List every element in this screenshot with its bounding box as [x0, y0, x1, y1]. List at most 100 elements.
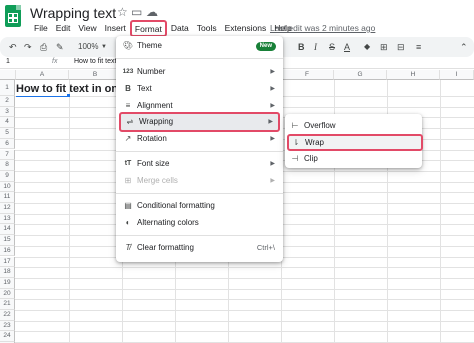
- divider: [116, 193, 283, 194]
- name-box[interactable]: 1: [6, 58, 10, 65]
- grid-line: [15, 310, 474, 311]
- row-header-1[interactable]: 1: [0, 80, 15, 96]
- text-color-button[interactable]: A: [344, 41, 350, 53]
- menu-item-font-size[interactable]: tT Font size ▶: [116, 156, 283, 172]
- menu-item-rotation[interactable]: ↗ Rotation ▶: [116, 131, 283, 147]
- menu-tools[interactable]: Tools: [193, 23, 221, 37]
- row-header-15[interactable]: 15: [0, 235, 15, 246]
- row-header-11[interactable]: 11: [0, 192, 15, 203]
- number-format-icon: 123: [122, 68, 134, 75]
- menu-item-text[interactable]: B Text ▶: [116, 81, 283, 97]
- bold-button[interactable]: B: [298, 41, 305, 53]
- column-header-h[interactable]: H: [387, 70, 440, 80]
- grid-line: [15, 288, 474, 290]
- row-header-12[interactable]: 12: [0, 203, 15, 214]
- menu-item-clear-formatting[interactable]: T̸ Clear formatting Ctrl+\: [116, 240, 283, 256]
- column-header-i[interactable]: I: [440, 70, 474, 80]
- menu-item-label: Wrapping: [139, 117, 174, 126]
- document-title[interactable]: Wrapping text: [30, 5, 116, 21]
- menu-item-label: Alternating colors: [137, 218, 199, 227]
- select-all-corner[interactable]: [0, 70, 16, 80]
- menu-data[interactable]: Data: [167, 23, 193, 37]
- menu-item-conditional-formatting[interactable]: ▤ Conditional formatting: [116, 198, 283, 214]
- format-menu: 🎨︎ Theme New 123 Number ▶ B Text ▶ ≡ Ali…: [116, 36, 283, 262]
- row-header-20[interactable]: 20: [0, 288, 15, 300]
- cell-a1[interactable]: How to fit text in one: [16, 81, 124, 97]
- grid-line: [69, 80, 70, 343]
- grid-line: [15, 299, 474, 301]
- column-header-b[interactable]: B: [69, 70, 122, 80]
- fx-icon: fx: [52, 58, 58, 65]
- fill-color-icon[interactable]: ◆: [364, 41, 370, 53]
- submenu-item-clip[interactable]: ⊣ Clip: [285, 151, 422, 167]
- column-header-a[interactable]: A: [16, 70, 69, 80]
- row-header-18[interactable]: 18: [0, 267, 15, 278]
- grid-line: [15, 331, 474, 333]
- row-header-21[interactable]: 21: [0, 299, 15, 310]
- column-header-f[interactable]: F: [281, 70, 334, 80]
- row-header-7[interactable]: 7: [0, 149, 15, 161]
- row-header-8[interactable]: 8: [0, 160, 15, 171]
- menu-file[interactable]: File: [30, 23, 52, 37]
- menu-insert[interactable]: Insert: [101, 23, 130, 37]
- row-header-9[interactable]: 9: [0, 170, 15, 182]
- menu-item-label: Number: [137, 67, 166, 76]
- row-header-17[interactable]: 17: [0, 256, 15, 268]
- formula-input[interactable]: How to fit text: [74, 58, 116, 65]
- redo-icon[interactable]: ↷: [24, 41, 32, 53]
- submenu-item-overflow[interactable]: ⊢ Overflow: [285, 118, 422, 134]
- row-header-3[interactable]: 3: [0, 106, 15, 118]
- borders-icon[interactable]: ⊞: [380, 41, 388, 53]
- palette-icon: 🎨︎: [122, 41, 134, 50]
- align-icon[interactable]: ≡: [416, 41, 421, 53]
- submenu-item-label: Wrap: [305, 138, 324, 147]
- zoom-chevron-down-icon[interactable]: ▼: [101, 41, 107, 53]
- row-header-6[interactable]: 6: [0, 138, 15, 150]
- merge-cells-icon[interactable]: ⊟: [397, 41, 405, 53]
- row-header-4[interactable]: 4: [0, 117, 15, 129]
- menu-format[interactable]: Format: [129, 20, 167, 37]
- row-header-5[interactable]: 5: [0, 128, 15, 139]
- menu-item-merge-cells: ⊞ Merge cells ▶: [116, 173, 283, 189]
- paint-format-icon[interactable]: ✎: [56, 41, 64, 53]
- row-header-10[interactable]: 10: [0, 181, 15, 193]
- submenu-item-wrap[interactable]: ⇂ Wrap: [287, 134, 423, 151]
- clip-icon: ⊣: [291, 154, 299, 163]
- column-header-g[interactable]: G: [334, 70, 387, 80]
- menu-view[interactable]: View: [74, 23, 100, 37]
- row-header-23[interactable]: 23: [0, 320, 15, 332]
- sheets-logo-icon[interactable]: [5, 5, 21, 27]
- row-header-14[interactable]: 14: [0, 224, 15, 236]
- print-icon[interactable]: ⎙: [40, 41, 47, 53]
- row-header-16[interactable]: 16: [0, 245, 15, 257]
- menu-item-label: Conditional formatting: [137, 201, 215, 210]
- strikethrough-button[interactable]: S: [329, 41, 335, 53]
- menu-item-wrapping[interactable]: ⇌ Wrapping ▶: [119, 112, 280, 132]
- grid-line: [440, 80, 441, 343]
- collapse-chevron-up-icon[interactable]: ⌃: [460, 41, 468, 53]
- row-header-2[interactable]: 2: [0, 96, 15, 107]
- zoom-select[interactable]: 100%: [78, 41, 98, 53]
- move-folder-icon[interactable]: ▭: [131, 5, 142, 19]
- menu-item-number[interactable]: 123 Number ▶: [116, 64, 283, 80]
- fill-handle[interactable]: [67, 94, 70, 97]
- italic-button[interactable]: I: [314, 41, 317, 53]
- row-header-13[interactable]: 13: [0, 213, 15, 225]
- divider: [116, 235, 283, 236]
- submenu-item-label: Clip: [304, 154, 318, 163]
- font-size-icon: tT: [124, 160, 132, 167]
- row-header-22[interactable]: 22: [0, 310, 15, 321]
- keyboard-shortcut: Ctrl+\: [256, 243, 275, 252]
- clear-format-icon: T̸: [125, 243, 131, 252]
- star-icon[interactable]: ☆: [117, 5, 128, 19]
- row-header-24[interactable]: 24: [0, 331, 15, 343]
- divider: [116, 151, 283, 152]
- menu-item-alternating-colors[interactable]: ◐ Alternating colors: [116, 215, 283, 231]
- row-header-19[interactable]: 19: [0, 277, 15, 289]
- menu-item-theme[interactable]: 🎨︎ Theme New: [116, 38, 283, 54]
- undo-icon[interactable]: ↶: [9, 41, 17, 53]
- cloud-icon[interactable]: ☁: [146, 5, 158, 19]
- last-edit-link[interactable]: Last edit was 2 minutes ago: [270, 23, 375, 33]
- menu-edit[interactable]: Edit: [52, 23, 75, 37]
- menu-extensions[interactable]: Extensions: [221, 23, 271, 37]
